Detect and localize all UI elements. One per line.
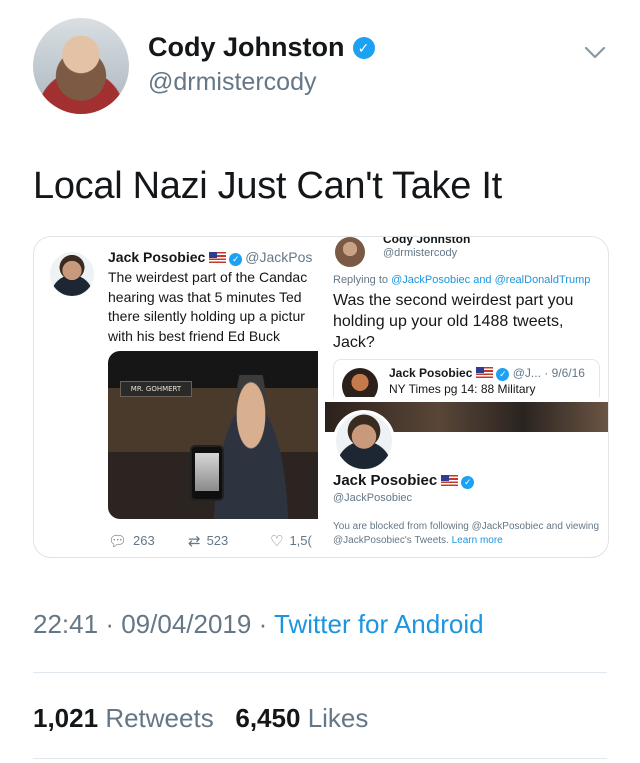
- like-count: 1,5(: [289, 533, 312, 548]
- jp-handle: @JackPos: [245, 249, 313, 265]
- retweets-label: Retweets: [105, 703, 214, 733]
- jp-text-line: The weirdest part of the Candac: [108, 269, 308, 285]
- ct-name: Cody Johnston: [383, 237, 471, 246]
- media-panel-right-top[interactable]: Cody Johnston @drmistercody Replying to …: [325, 237, 608, 397]
- divider: [33, 672, 607, 673]
- author-avatar[interactable]: [33, 18, 129, 114]
- ct-avatar: [335, 237, 365, 267]
- hearing-photo: MR. GOHMERT: [108, 351, 318, 519]
- quote-meta: @J... · 9/6/16: [512, 366, 585, 380]
- likes-stat[interactable]: 6,450 Likes: [235, 703, 368, 733]
- verified-badge-icon: ✓: [229, 253, 243, 266]
- tweet-stats: 1,021 Retweets 6,450 Likes: [33, 703, 368, 734]
- nameplate: MR. GOHMERT: [120, 381, 192, 397]
- author-handle[interactable]: @drmistercody: [148, 68, 316, 97]
- replying-targets: @JackPosobiec and @realDonaldTrump: [391, 274, 591, 286]
- ct-handle: @drmistercody: [383, 247, 458, 259]
- us-flag-icon: [476, 367, 494, 378]
- divider: [33, 758, 607, 759]
- reply-text: Was the second weirdest part you holding…: [333, 292, 574, 351]
- replying-prefix: Replying to: [333, 274, 389, 286]
- us-flag-icon: [441, 475, 459, 486]
- retweet-icon: ⇄: [188, 533, 201, 550]
- reply-action: 💬︎ 263: [108, 532, 155, 550]
- learn-more-link: Learn more: [451, 535, 503, 546]
- jp-action-bar: 💬︎ 263 ⇄ 523 ♡ 1,5(: [108, 532, 318, 550]
- quoted-tweet: Jack Posobiec ✓ @J... · 9/6/16 NY Times p…: [333, 359, 600, 397]
- quote-name: Jack Posobiec: [389, 366, 473, 380]
- jp-text-line: hearing was that 5 minutes Ted: [108, 288, 302, 305]
- profile-handle: @JackPosobiec: [333, 492, 413, 504]
- phone-screen: [195, 453, 219, 491]
- profile-name: Jack Posobiec: [333, 472, 438, 489]
- tweet-meta: 22:41 · 09/04/2019 · Twitter for Android: [33, 609, 484, 640]
- meta-separator: ·: [258, 609, 268, 639]
- profile-name-line: Jack Posobiec ✓: [333, 472, 475, 489]
- jp-name: Jack Posobiec: [108, 249, 206, 265]
- meta-separator: ·: [105, 609, 114, 639]
- jp-name-line: Jack Posobiec ✓ @JackPos: [108, 249, 312, 266]
- quote-avatar: [342, 368, 378, 397]
- jp-tweet-text: The weirdest part of the Candac hearing …: [108, 268, 323, 346]
- us-flag-icon: [209, 252, 227, 263]
- media-panel-left[interactable]: Jack Posobiec ✓ @JackPos The weirdest part…: [34, 237, 318, 557]
- jp-avatar: [50, 252, 94, 296]
- heart-icon: ♡: [270, 533, 284, 550]
- media-panel-right-bottom[interactable]: Jack Posobiec ✓ @JackPosobiec You are blo…: [325, 402, 608, 557]
- quote-text: NY Times pg 14: 88 Military: [389, 382, 536, 396]
- tweet-time: 22:41: [33, 609, 99, 639]
- tweet-date: 09/04/2019: [121, 609, 252, 639]
- jp-text-line: there silently holding up a pictur: [108, 308, 305, 324]
- verified-badge-icon: ✓: [352, 37, 375, 59]
- quote-name-line: Jack Posobiec ✓ @J... · 9/6/16: [389, 366, 585, 381]
- replying-to: Replying to @JackPosobiec and @realDonal…: [333, 274, 590, 286]
- tweet-media-card[interactable]: Jack Posobiec ✓ @JackPos The weirdest part…: [33, 236, 609, 558]
- retweet-count: 523: [206, 533, 229, 548]
- retweet-action: ⇄ 523: [188, 532, 228, 550]
- like-action: ♡ 1,5(: [270, 532, 312, 550]
- phone-in-photo: [190, 445, 224, 501]
- jp-text-line: with his best friend Ed Buck: [108, 327, 280, 344]
- likes-label: Likes: [307, 703, 369, 733]
- author-display-name[interactable]: Cody Johnston ✓: [148, 32, 375, 63]
- retweets-count: 1,021: [33, 703, 99, 733]
- retweets-stat[interactable]: 1,021 Retweets: [33, 703, 214, 733]
- verified-badge-icon: ✓: [461, 476, 475, 489]
- author-name-text: Cody Johnston: [148, 32, 345, 62]
- verified-badge-icon: ✓: [496, 368, 510, 381]
- tweet-text: Local Nazi Just Can't Take It: [33, 165, 502, 207]
- likes-count: 6,450: [235, 703, 301, 733]
- blocked-notice: You are blocked from following @JackPoso…: [333, 520, 605, 548]
- profile-avatar: [333, 410, 395, 472]
- tweet-source-link[interactable]: Twitter for Android: [274, 609, 484, 639]
- chevron-down-icon[interactable]: [583, 40, 607, 64]
- reply-icon: 💬︎: [108, 533, 128, 550]
- reply-count: 263: [133, 533, 155, 548]
